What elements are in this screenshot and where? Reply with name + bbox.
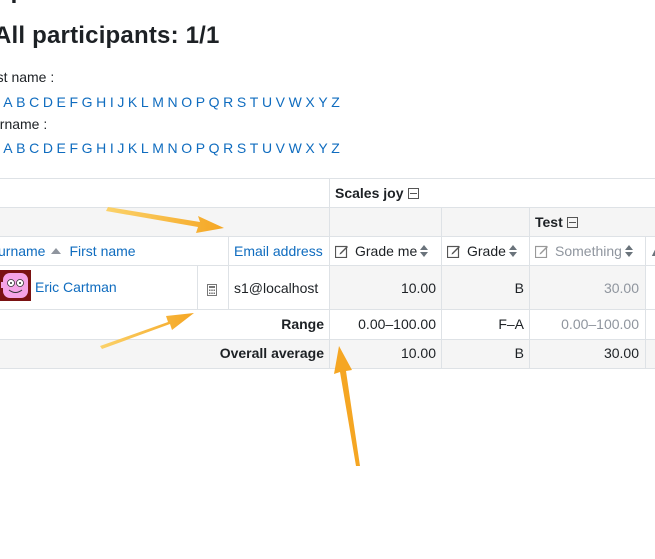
annotation-arrow-1 [106, 207, 224, 233]
annotation-arrows [100, 207, 360, 466]
annotation-arrow-2 [100, 313, 194, 349]
annotation-arrow-3 [334, 346, 360, 466]
